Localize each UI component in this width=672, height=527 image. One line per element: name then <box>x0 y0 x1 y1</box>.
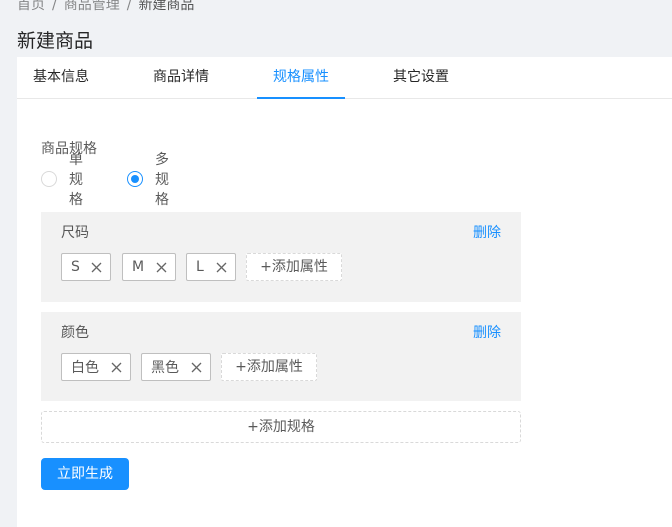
breadcrumb: 首页 / 商品管理 / 新建商品 <box>17 0 194 15</box>
radio-label: 单规格 <box>69 152 83 208</box>
active-tab-indicator <box>257 97 345 99</box>
spec-name: 尺码 <box>61 225 89 241</box>
breadcrumb-current: 新建商品 <box>138 0 195 13</box>
tab-bar: 基本信息 商品详情 规格属性 其它设置 <box>17 57 672 99</box>
tab-product-details[interactable]: 商品详情 <box>137 57 225 99</box>
tab-other-settings[interactable]: 其它设置 <box>377 57 465 99</box>
single-spec-radio[interactable]: 单规格 <box>41 152 83 208</box>
spec-name: 颜色 <box>61 325 89 341</box>
spec-value-tag: 白色 <box>61 353 131 381</box>
multi-spec-radio[interactable]: 多规格 <box>127 152 169 208</box>
radio-checked-icon <box>127 171 143 187</box>
radio-label: 多规格 <box>155 152 169 208</box>
add-spec-button[interactable]: +添加规格 <box>41 411 521 443</box>
delete-spec-link[interactable]: 删除 <box>473 323 501 343</box>
close-icon[interactable] <box>216 262 227 273</box>
breadcrumb-separator: / <box>126 0 132 13</box>
spec-value-tag: M <box>122 253 176 281</box>
tag-label: L <box>196 259 204 275</box>
add-value-button[interactable]: +添加属性 <box>221 353 317 381</box>
page-title: 新建商品 <box>17 30 94 52</box>
close-icon[interactable] <box>91 262 102 273</box>
spec-block-size: 尺码 删除 S M L +添加属性 <box>41 212 521 302</box>
generate-button[interactable]: 立即生成 <box>41 458 129 490</box>
breadcrumb-product-management[interactable]: 商品管理 <box>64 0 120 15</box>
breadcrumb-home[interactable]: 首页 <box>17 0 45 15</box>
breadcrumb-separator: / <box>52 0 57 13</box>
spec-value-tag: 黑色 <box>141 353 211 381</box>
tag-label: M <box>132 259 145 275</box>
close-icon[interactable] <box>191 362 202 373</box>
spec-value-tag: S <box>61 253 111 281</box>
tab-basic-info[interactable]: 基本信息 <box>17 57 105 99</box>
spec-value-tag: L <box>186 253 236 281</box>
tab-spec-attributes[interactable]: 规格属性 <box>257 57 345 99</box>
spec-block-color: 颜色 删除 白色 黑色 +添加属性 <box>41 312 521 401</box>
delete-spec-link[interactable]: 删除 <box>473 223 501 243</box>
close-icon[interactable] <box>156 262 167 273</box>
tag-label: 白色 <box>71 360 99 376</box>
add-value-button[interactable]: +添加属性 <box>246 253 342 281</box>
close-icon[interactable] <box>111 362 122 373</box>
content-card: 基本信息 商品详情 规格属性 其它设置 商品规格 单规格 多规格 尺码 删除 S… <box>17 57 672 527</box>
tag-label: 黑色 <box>151 360 179 376</box>
tag-label: S <box>71 259 80 275</box>
radio-unchecked-icon <box>41 171 57 187</box>
